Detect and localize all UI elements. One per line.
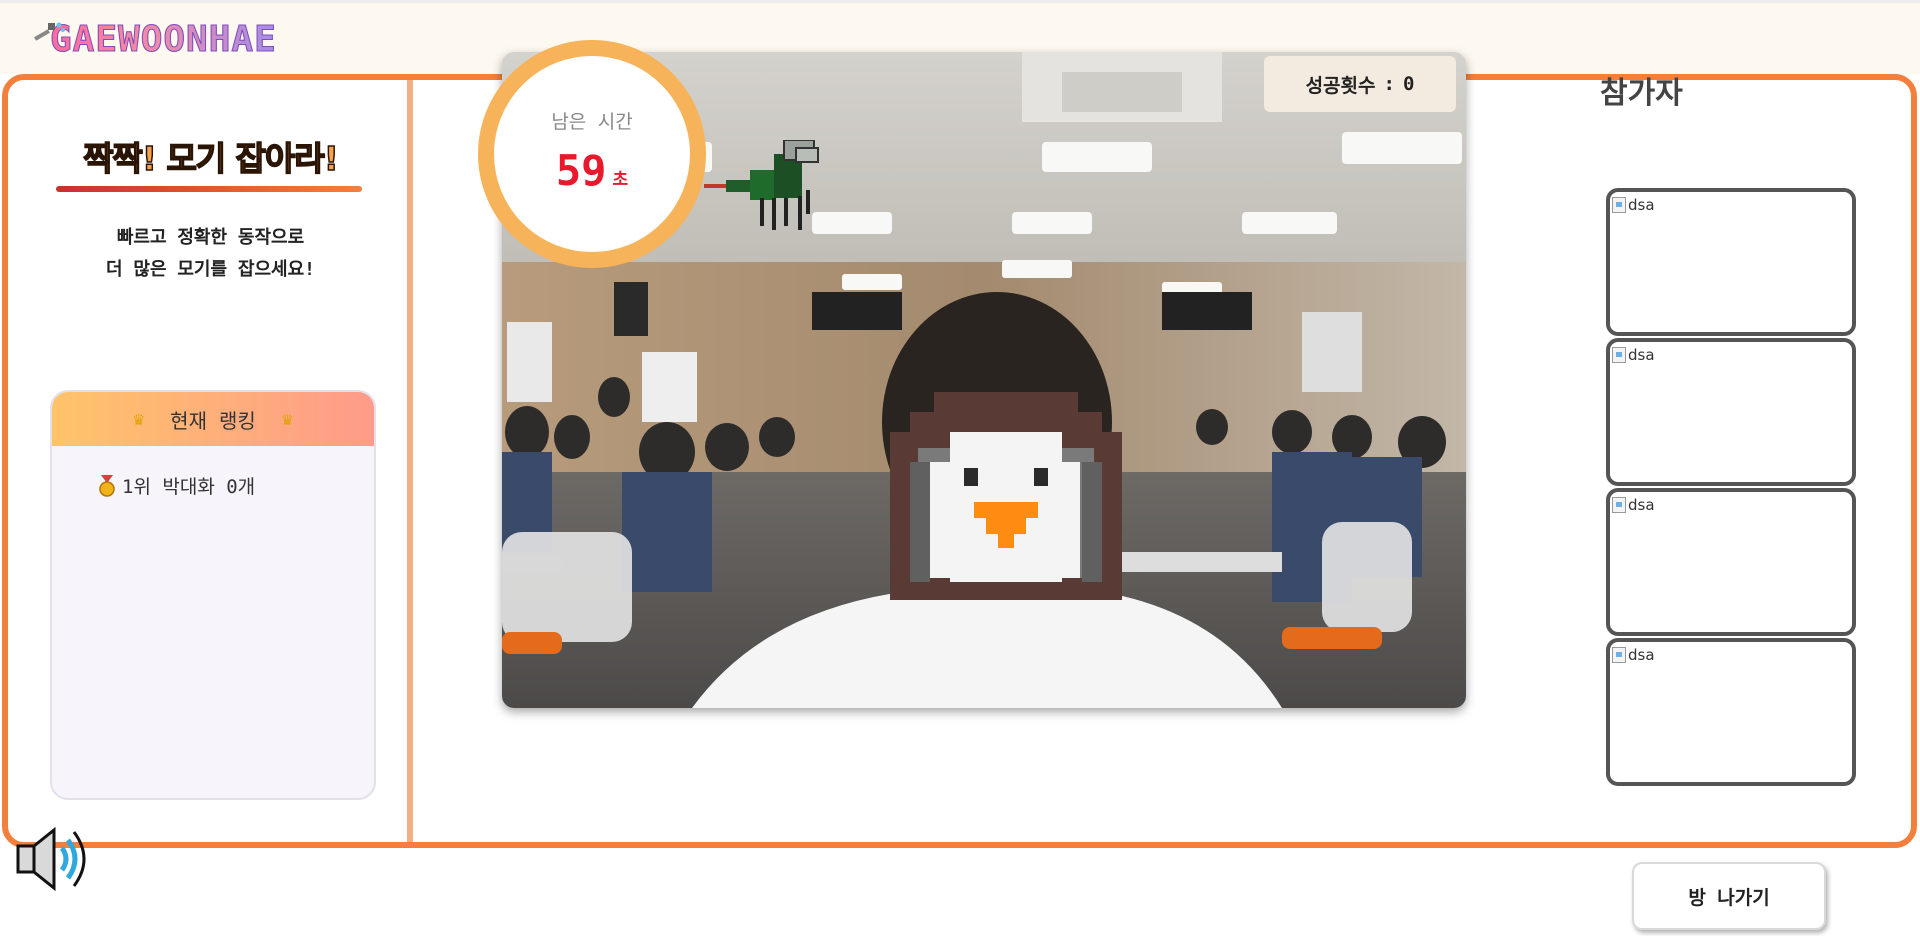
penguin-face-mask	[890, 392, 1122, 600]
broken-image-icon	[1612, 647, 1626, 663]
ranking-item-text: 1위 박대화 0개	[122, 476, 256, 498]
participant-image-alt: dsa	[1628, 346, 1655, 364]
participant-slot: dsa	[1606, 638, 1856, 786]
participant-image-alt: dsa	[1628, 496, 1655, 514]
participant-slot: dsa	[1606, 338, 1856, 486]
participant-image: dsa	[1612, 346, 1655, 364]
description-line-2: 더 많은 모기를 잡으세요!	[106, 259, 315, 280]
ranking-title: 현재 랭킹	[170, 408, 256, 433]
title-underline	[56, 186, 362, 192]
app-logo[interactable]: GAEWOONHAE	[30, 15, 277, 63]
success-label: 성공횟수	[1305, 74, 1376, 97]
broken-image-icon	[1612, 197, 1626, 213]
timer-unit: 초	[612, 170, 629, 190]
game-title: 짝짝! 모기 잡아라!	[82, 138, 339, 179]
broken-image-icon	[1612, 347, 1626, 363]
timer-value: 59	[555, 146, 607, 195]
participant-image-alt: dsa	[1628, 646, 1655, 664]
info-panel: 짝짝! 모기 잡아라! 빠르고 정확한 동작으로 더 많은 모기를 잡으세요! …	[8, 80, 413, 842]
exit-room-button[interactable]: 방 나가기	[1632, 862, 1826, 930]
participant-image: dsa	[1612, 646, 1655, 664]
crown-icon: ♛	[133, 408, 145, 430]
broken-image-icon	[1612, 497, 1626, 513]
participant-image: dsa	[1612, 196, 1655, 214]
wrench-icon	[34, 22, 65, 41]
participants-title: 참가자	[1600, 76, 1683, 111]
ranking-header: ♛ 현재 랭킹 ♛	[52, 392, 374, 446]
medal-icon	[99, 474, 115, 497]
speaker-icon[interactable]	[16, 826, 90, 892]
ranking-item: 1위 박대화 0개	[98, 472, 255, 499]
logo-text: GAEWOONHAE	[50, 18, 277, 60]
timer-label: 남은 시간	[551, 111, 633, 133]
participant-slot: dsa	[1606, 488, 1856, 636]
success-count-box: 성공횟수 : 0	[1264, 56, 1456, 112]
game-description: 빠르고 정확한 동작으로 더 많은 모기를 잡으세요!	[8, 222, 413, 286]
participant-image: dsa	[1612, 496, 1655, 514]
remaining-time-timer: 남은 시간 59 초	[478, 40, 706, 268]
ranking-panel: ♛ 현재 랭킹 ♛ 1위 박대화 0개	[50, 390, 376, 800]
participant-slot: dsa	[1606, 188, 1856, 336]
description-line-1: 빠르고 정확한 동작으로	[116, 227, 305, 248]
participant-image-alt: dsa	[1628, 196, 1655, 214]
success-count: 0	[1402, 73, 1415, 95]
participants-panel: 참가자 dsa dsa dsa dsa	[1600, 68, 1860, 786]
crown-icon: ♛	[281, 408, 293, 430]
timer-value-group: 59 초	[556, 146, 628, 195]
mosquito-icon	[704, 140, 819, 230]
success-separator: :	[1383, 73, 1395, 95]
